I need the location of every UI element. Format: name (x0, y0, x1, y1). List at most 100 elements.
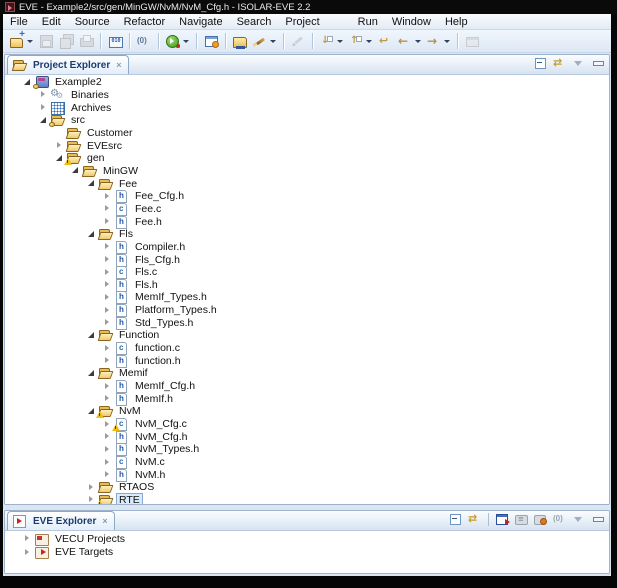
binary-paren-button[interactable] (135, 32, 153, 51)
menu-navigate[interactable]: Navigate (172, 16, 229, 28)
collapsed-twistie-icon[interactable] (103, 445, 113, 454)
tree-item-MemIf.h[interactable]: MemIf.h (5, 392, 609, 406)
expanded-twistie-icon[interactable] (87, 230, 97, 239)
collapsed-twistie-icon[interactable] (55, 141, 65, 150)
collapsed-twistie-icon[interactable] (103, 318, 113, 327)
menu-edit[interactable]: Edit (35, 16, 68, 28)
trace-window-button[interactable] (202, 32, 220, 51)
new-button[interactable] (8, 30, 35, 51)
next-annotation-button[interactable] (318, 32, 345, 51)
back-button[interactable] (396, 32, 423, 51)
collapsed-twistie-icon[interactable] (103, 356, 113, 365)
collapsed-twistie-icon[interactable] (103, 242, 113, 251)
tree-item-NvM_Cfg.c[interactable]: NvM_Cfg.c (5, 418, 609, 432)
save-all-button[interactable] (57, 32, 75, 51)
vecu-board-button[interactable] (495, 512, 512, 527)
tree-item-Std_Types.h[interactable]: Std_Types.h (5, 316, 609, 330)
prev-annotation-button[interactable] (347, 32, 374, 51)
dropdown-caret-icon[interactable] (444, 39, 450, 43)
tree-item-RTAOS[interactable]: RTAOS (5, 481, 609, 494)
tree-item-EVE Targets[interactable]: EVE Targets (5, 546, 609, 560)
collapsed-twistie-icon[interactable] (39, 103, 49, 112)
last-edit-button[interactable] (376, 32, 394, 51)
tree-item-Fee.c[interactable]: Fee.c (5, 202, 609, 216)
collapse-all-button[interactable] (448, 512, 465, 527)
collapsed-twistie-icon[interactable] (103, 268, 113, 277)
tree-item-Example2[interactable]: Example2 (5, 76, 609, 90)
collapsed-twistie-icon[interactable] (103, 293, 113, 302)
link-with-editor-button[interactable] (467, 512, 484, 527)
collapse-all-button[interactable] (533, 56, 550, 71)
collapsed-twistie-icon[interactable] (103, 382, 113, 391)
save-button[interactable] (37, 32, 55, 51)
collapsed-twistie-icon[interactable] (103, 255, 113, 264)
tree-item-Platform_Types.h[interactable]: Platform_Types.h (5, 304, 609, 318)
minimize-button[interactable] (590, 512, 607, 527)
tree-item-Customer[interactable]: Customer (5, 127, 609, 140)
minimize-button[interactable] (590, 56, 607, 71)
collapsed-twistie-icon[interactable] (103, 204, 113, 213)
restore-button[interactable] (463, 32, 481, 51)
menu-search[interactable]: Search (230, 16, 279, 28)
collapsed-twistie-icon[interactable] (103, 306, 113, 315)
collapsed-twistie-icon[interactable] (103, 192, 113, 201)
menu-file[interactable]: File (3, 16, 35, 28)
view-menu-button[interactable] (571, 56, 588, 71)
tree-item-EVEsrc[interactable]: EVEsrc (5, 139, 609, 152)
eve-orange-button[interactable] (533, 512, 550, 527)
tree-item-Memif[interactable]: Memif (5, 367, 609, 380)
tree-item-NvM.c[interactable]: NvM.c (5, 456, 609, 470)
dropdown-caret-icon[interactable] (183, 39, 189, 43)
tree-item-Fls.h[interactable]: Fls.h (5, 278, 609, 292)
tree-item-src[interactable]: src (5, 114, 609, 128)
tree-item-NvM_Cfg.h[interactable]: NvM_Cfg.h (5, 430, 609, 444)
dropdown-caret-icon[interactable] (366, 39, 372, 43)
view-menu-button[interactable] (571, 512, 588, 527)
expanded-twistie-icon[interactable] (87, 179, 97, 188)
tree-item-NvM.h[interactable]: NvM.h (5, 468, 609, 482)
close-icon[interactable]: × (102, 516, 107, 526)
run-button[interactable] (164, 32, 191, 51)
collapsed-twistie-icon[interactable] (103, 280, 113, 289)
tree-item-Fee[interactable]: Fee (5, 177, 609, 190)
expanded-twistie-icon[interactable] (87, 331, 97, 340)
forward-button[interactable] (425, 32, 452, 51)
tree-item-MemIf_Cfg.h[interactable]: MemIf_Cfg.h (5, 380, 609, 394)
collapsed-twistie-icon[interactable] (103, 217, 113, 226)
expanded-twistie-icon[interactable] (23, 78, 33, 87)
tree-item-RTE[interactable]: RTE (5, 492, 609, 504)
dropdown-caret-icon[interactable] (337, 39, 343, 43)
dropdown-caret-icon[interactable] (27, 39, 33, 43)
tree-item-gen[interactable]: gen (5, 152, 609, 166)
dropdown-caret-icon[interactable] (415, 39, 421, 43)
tree-item-NvM[interactable]: NvM (5, 405, 609, 419)
tree-item-Archives[interactable]: Archives (5, 101, 609, 115)
pencil-button[interactable] (289, 32, 307, 51)
collapsed-twistie-icon[interactable] (87, 483, 97, 492)
collapsed-twistie-icon[interactable] (103, 470, 113, 479)
dropdown-caret-icon[interactable] (270, 39, 276, 43)
open-folder-button[interactable] (231, 32, 249, 51)
tree-item-Compiler.h[interactable]: Compiler.h (5, 240, 609, 254)
eve-gray-button[interactable] (514, 512, 531, 527)
collapsed-twistie-icon[interactable] (23, 548, 33, 557)
tab-project-explorer[interactable]: Project Explorer × (7, 55, 129, 74)
print-button[interactable] (77, 32, 95, 51)
tree-item-function.c[interactable]: function.c (5, 342, 609, 356)
tree-item-Fls[interactable]: Fls (5, 228, 609, 241)
tree-item-VECU Projects[interactable]: VECU Projects (5, 532, 609, 546)
binary-010-button[interactable] (106, 32, 124, 51)
tree-item-MemIf_Types.h[interactable]: MemIf_Types.h (5, 291, 609, 305)
tree-item-Function[interactable]: Function (5, 329, 609, 342)
menu-project[interactable]: Project (278, 16, 326, 28)
collapsed-twistie-icon[interactable] (103, 344, 113, 353)
menu-refactor[interactable]: Refactor (117, 16, 173, 28)
menu-source[interactable]: Source (68, 16, 117, 28)
collapsed-twistie-icon[interactable] (23, 534, 33, 543)
menu-run[interactable]: Run (351, 16, 385, 28)
expanded-twistie-icon[interactable] (87, 369, 97, 378)
brush-button[interactable] (251, 32, 278, 51)
collapsed-twistie-icon[interactable] (103, 458, 113, 467)
collapsed-twistie-icon[interactable] (103, 432, 113, 441)
close-icon[interactable]: × (116, 60, 121, 70)
